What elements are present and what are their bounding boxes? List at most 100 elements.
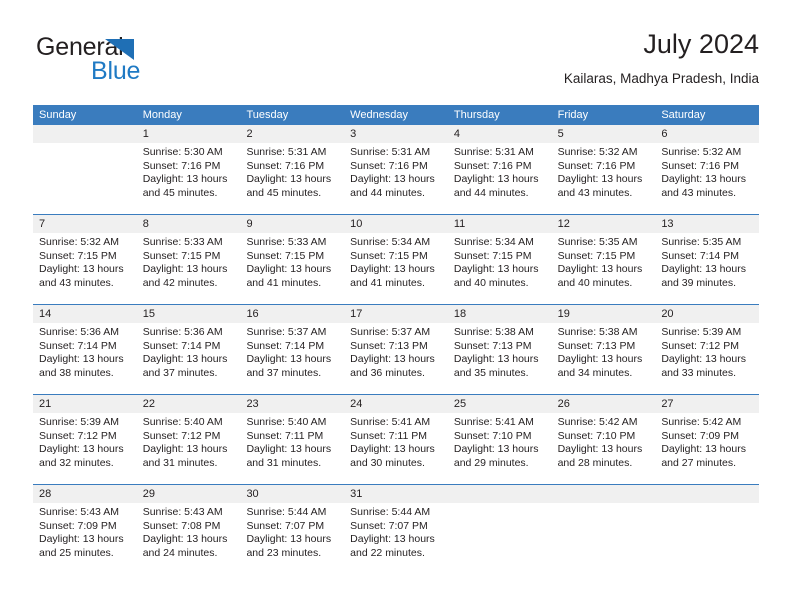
logo-word-blue: Blue <box>91 57 141 85</box>
daylight-text-line2: and 41 minutes. <box>246 276 322 289</box>
day-cell[interactable]: Sunrise: 5:42 AM Sunset: 7:10 PM Daylight:… <box>552 413 656 484</box>
sunrise-text: Sunrise: 5:32 AM <box>39 236 119 248</box>
day-cell[interactable]: Sunrise: 5:32 AM Sunset: 7:16 PM Daylight:… <box>552 143 656 214</box>
day-cell[interactable]: Sunrise: 5:31 AM Sunset: 7:16 PM Daylight:… <box>240 143 344 214</box>
day-cell[interactable]: Sunrise: 5:41 AM Sunset: 7:10 PM Daylight:… <box>448 413 552 484</box>
weekday-header-monday: Monday <box>142 109 182 121</box>
day-number[interactable]: 16 <box>240 305 344 323</box>
day-number[interactable]: 3 <box>344 125 448 143</box>
day-cell[interactable]: Sunrise: 5:32 AM Sunset: 7:15 PM Daylight:… <box>33 233 137 304</box>
day-number[interactable]: 15 <box>137 305 241 323</box>
day-cell[interactable]: Sunrise: 5:31 AM Sunset: 7:16 PM Daylight:… <box>448 143 552 214</box>
sunset-text: Sunset: 7:12 PM <box>39 429 117 442</box>
daylight-text-line1: Daylight: 13 hours <box>142 173 228 186</box>
day-cell[interactable]: Sunrise: 5:44 AM Sunset: 7:07 PM Daylight:… <box>344 503 448 574</box>
general-blue-logo[interactable]: General Blue <box>33 32 213 88</box>
day-number[interactable]: 21 <box>33 395 137 413</box>
day-cell[interactable]: Sunrise: 5:35 AM Sunset: 7:15 PM Daylight:… <box>552 233 656 304</box>
day-number[interactable]: 9 <box>240 215 344 233</box>
day-number[interactable]: 31 <box>344 485 448 503</box>
day-cell[interactable]: Sunrise: 5:31 AM Sunset: 7:16 PM Daylight:… <box>344 143 448 214</box>
day-cell[interactable]: Sunrise: 5:43 AM Sunset: 7:09 PM Daylight:… <box>33 503 137 574</box>
sunrise-text: Sunrise: 5:42 AM <box>557 416 638 428</box>
day-cell[interactable]: Sunrise: 5:30 AM Sunset: 7:16 PM Daylight:… <box>137 143 241 214</box>
daylight-text-line1: Daylight: 13 hours <box>350 533 435 546</box>
day-cell[interactable]: Sunrise: 5:42 AM Sunset: 7:09 PM Daylight:… <box>655 413 759 484</box>
daylight-text-line1: Daylight: 13 hours <box>39 263 124 276</box>
day-number[interactable]: 10 <box>344 215 448 233</box>
daylight-text-line2: and 42 minutes. <box>142 276 218 289</box>
week-detail-row: Sunrise: 5:32 AM Sunset: 7:15 PM Daylight:… <box>33 233 759 304</box>
day-number[interactable]: 28 <box>33 485 137 503</box>
day-cell[interactable]: Sunrise: 5:36 AM Sunset: 7:14 PM Daylight:… <box>137 323 241 394</box>
sunrise-text: Sunrise: 5:38 AM <box>557 326 638 338</box>
day-number[interactable]: 29 <box>137 485 241 503</box>
day-number[interactable]: 25 <box>448 395 552 413</box>
day-number[interactable]: 8 <box>137 215 241 233</box>
day-cell[interactable]: Sunrise: 5:38 AM Sunset: 7:13 PM Daylight:… <box>552 323 656 394</box>
day-cell[interactable]: Sunrise: 5:33 AM Sunset: 7:15 PM Daylight:… <box>137 233 241 304</box>
day-cell[interactable]: Sunrise: 5:33 AM Sunset: 7:15 PM Daylight:… <box>240 233 344 304</box>
sunset-text: Sunset: 7:12 PM <box>142 429 221 442</box>
day-cell[interactable]: Sunrise: 5:39 AM Sunset: 7:12 PM Daylight:… <box>33 413 137 484</box>
day-cell[interactable]: Sunrise: 5:32 AM Sunset: 7:16 PM Daylight:… <box>655 143 759 214</box>
day-number[interactable]: 24 <box>344 395 448 413</box>
day-number[interactable]: 6 <box>655 125 759 143</box>
day-number[interactable]: 30 <box>240 485 344 503</box>
day-number[interactable]: 12 <box>552 215 656 233</box>
daylight-text-line2: and 29 minutes. <box>453 456 529 469</box>
day-cell[interactable]: Sunrise: 5:37 AM Sunset: 7:14 PM Daylight:… <box>240 323 344 394</box>
day-number[interactable]: 13 <box>655 215 759 233</box>
day-number[interactable]: 26 <box>552 395 656 413</box>
day-cell[interactable]: Sunrise: 5:41 AM Sunset: 7:11 PM Daylight:… <box>344 413 448 484</box>
daylight-text-line1: Daylight: 13 hours <box>453 353 539 366</box>
day-number[interactable]: 22 <box>137 395 241 413</box>
daylight-text-line1: Daylight: 13 hours <box>246 443 332 456</box>
day-number[interactable]: 4 <box>448 125 552 143</box>
day-number[interactable]: 19 <box>552 305 656 323</box>
sunrise-text: Sunrise: 5:39 AM <box>39 416 119 428</box>
day-cell[interactable]: Sunrise: 5:39 AM Sunset: 7:12 PM Daylight:… <box>655 323 759 394</box>
daylight-text-line2: and 38 minutes. <box>39 366 114 379</box>
sunrise-text: Sunrise: 5:40 AM <box>142 416 223 428</box>
daylight-text-line1: Daylight: 13 hours <box>246 533 332 546</box>
day-number[interactable]: 5 <box>552 125 656 143</box>
day-number[interactable]: 1 <box>137 125 241 143</box>
day-number[interactable]: 11 <box>448 215 552 233</box>
day-cell[interactable]: Sunrise: 5:43 AM Sunset: 7:08 PM Daylight:… <box>137 503 241 574</box>
daylight-text-line1: Daylight: 13 hours <box>350 353 435 366</box>
day-number[interactable]: 18 <box>448 305 552 323</box>
day-number[interactable]: 7 <box>33 215 137 233</box>
day-cell[interactable]: Sunrise: 5:34 AM Sunset: 7:15 PM Daylight:… <box>344 233 448 304</box>
daylight-text-line2: and 32 minutes. <box>39 456 114 469</box>
day-cell[interactable]: Sunrise: 5:35 AM Sunset: 7:14 PM Daylight:… <box>655 233 759 304</box>
day-cell[interactable]: Sunrise: 5:37 AM Sunset: 7:13 PM Daylight:… <box>344 323 448 394</box>
sunset-text: Sunset: 7:10 PM <box>453 429 532 442</box>
daylight-text-line1: Daylight: 13 hours <box>453 173 539 186</box>
day-number[interactable]: 17 <box>344 305 448 323</box>
daylight-text-line1: Daylight: 13 hours <box>557 173 643 186</box>
day-number[interactable]: 27 <box>655 395 759 413</box>
day-cell[interactable]: Sunrise: 5:44 AM Sunset: 7:07 PM Daylight:… <box>240 503 344 574</box>
weekday-header-wednesday: Wednesday <box>350 109 409 121</box>
day-number[interactable]: 23 <box>240 395 344 413</box>
daylight-text-line2: and 36 minutes. <box>350 366 425 379</box>
sunrise-text: Sunrise: 5:31 AM <box>350 146 431 158</box>
daylight-text-line1: Daylight: 13 hours <box>350 263 435 276</box>
daylight-text-line1: Daylight: 13 hours <box>39 353 124 366</box>
day-cell[interactable]: Sunrise: 5:40 AM Sunset: 7:12 PM Daylight:… <box>137 413 241 484</box>
day-cell[interactable]: Sunrise: 5:36 AM Sunset: 7:14 PM Daylight:… <box>33 323 137 394</box>
day-cell[interactable]: Sunrise: 5:38 AM Sunset: 7:13 PM Daylight:… <box>448 323 552 394</box>
day-number[interactable]: 14 <box>33 305 137 323</box>
day-number[interactable]: 20 <box>655 305 759 323</box>
week-date-band: 123456 <box>33 125 759 143</box>
day-cell[interactable]: Sunrise: 5:40 AM Sunset: 7:11 PM Daylight:… <box>240 413 344 484</box>
day-cell[interactable]: Sunrise: 5:34 AM Sunset: 7:15 PM Daylight:… <box>448 233 552 304</box>
day-number[interactable]: 2 <box>240 125 344 143</box>
daylight-text-line2: and 45 minutes. <box>246 186 322 199</box>
sunset-text: Sunset: 7:16 PM <box>453 159 532 172</box>
daylight-text-line2: and 30 minutes. <box>350 456 425 469</box>
daylight-text-line1: Daylight: 13 hours <box>142 533 228 546</box>
calendar-week-row: 7 8 9 10 11 12 13 Sunrise: 5:32 AM Sunset: 7:15 … <box>33 214 759 304</box>
sunrise-text: Sunrise: 5:38 AM <box>453 326 534 338</box>
